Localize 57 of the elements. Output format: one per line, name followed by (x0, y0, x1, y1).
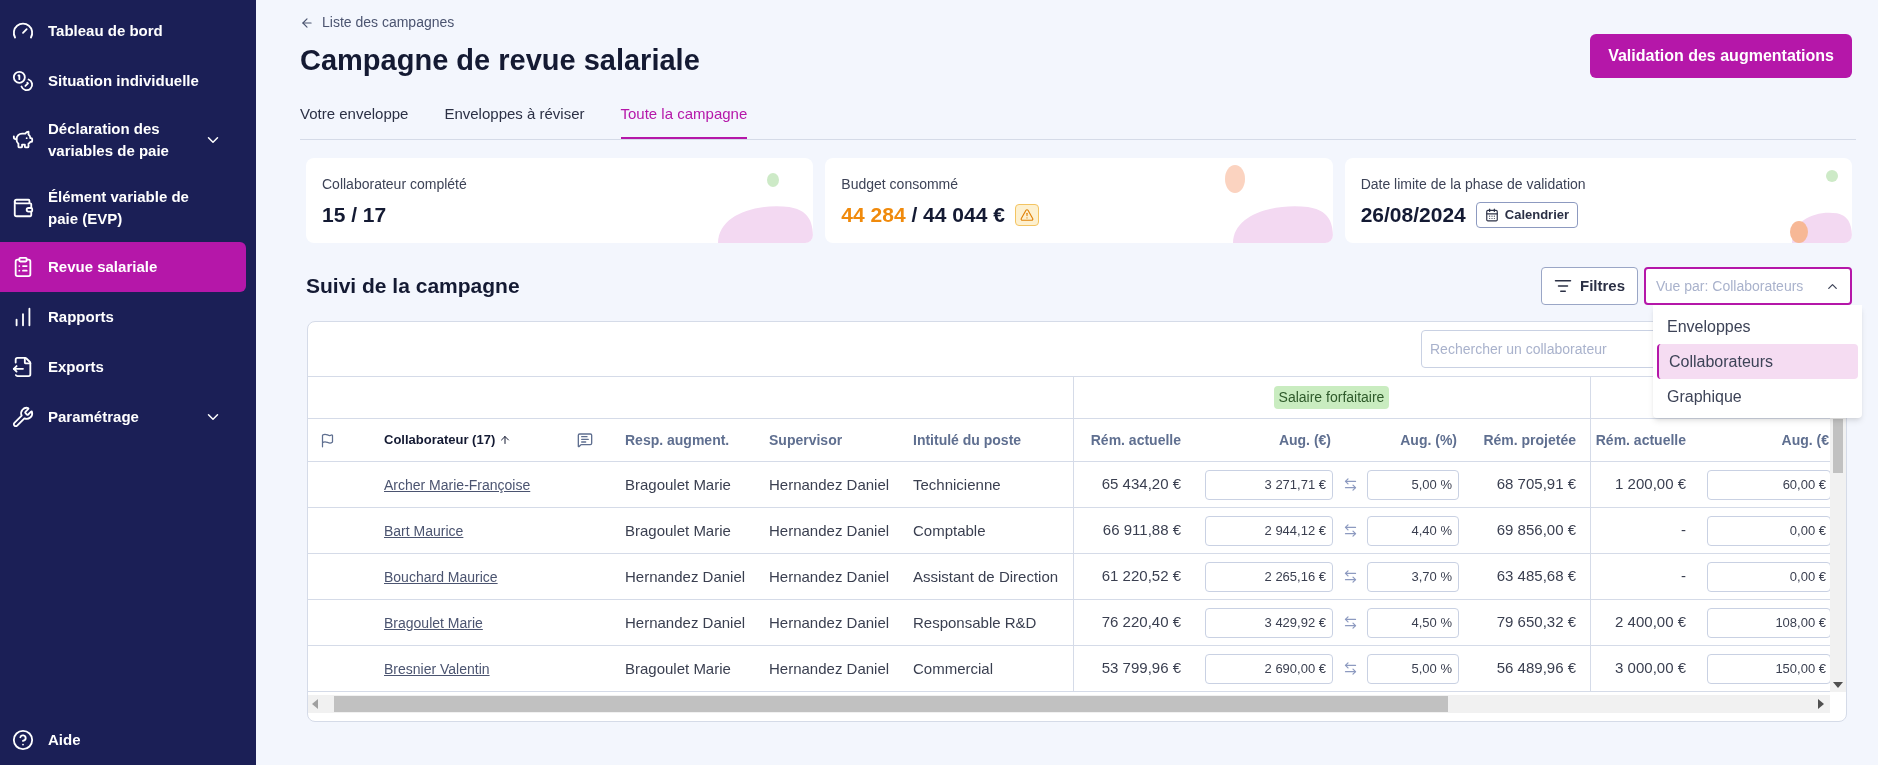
card-label: Collaborateur complété (322, 175, 467, 194)
table-cell-text: 1 200,00 € (1615, 474, 1686, 495)
sidebar-label: Rapports (48, 307, 115, 327)
column-header: Aug. (%) (1400, 430, 1457, 450)
column-header: Rém. projetée (1483, 430, 1576, 450)
table-cell: Technicienne (913, 475, 1001, 493)
table-cell: Hernandez Daniel (625, 567, 746, 585)
table-cell-text: 3 000,00 € (1615, 658, 1686, 679)
table-cell: Hernandez Daniel (769, 475, 890, 493)
page-title: Campagne de revue salariale (300, 43, 700, 78)
card-label: Date limite de la phase de validation (1360, 175, 1586, 194)
table-cell-text: 63 485,68 € (1496, 566, 1576, 587)
section-title: Suivi de la campagne (306, 273, 520, 300)
table-cell-text: 68 705,91 € (1496, 474, 1576, 495)
column-header: Intitulé du poste (913, 432, 1022, 448)
table-cell: Hernandez Daniel (769, 613, 890, 631)
sidebar-label: Tableau de bord (48, 21, 164, 41)
column-header: Aug. (€ (1781, 430, 1829, 450)
table-cell-text: - (1681, 520, 1686, 541)
card-value: 15 / 17 (322, 202, 387, 228)
sidebar-label: Paramétrage (48, 407, 140, 427)
card-value: 44 284 / 44 044 € (841, 202, 1005, 228)
column-header: Rém. actuelle (1090, 430, 1181, 450)
table-cell-text: 76 220,40 € (1101, 612, 1181, 633)
table-cell: Bragoulet Marie (625, 659, 731, 677)
table-cell: Comptable (913, 521, 986, 539)
column-header: Resp. augment. (625, 432, 730, 448)
table-cell: Bragoulet Marie (625, 521, 731, 539)
sidebar-label: Déclaration des variables de paie (48, 119, 170, 161)
sidebar-label: Exports (48, 357, 105, 377)
sidebar-label: Élément variable de paie (EVP) (48, 187, 190, 229)
column-header: Rém. actuelle (1595, 430, 1686, 450)
column-header: Supervisor (769, 432, 843, 448)
card-value: 26/08/2024 (1360, 202, 1466, 228)
card-label: Budget consommé (841, 175, 959, 194)
table-cell: Hernandez Daniel (769, 567, 890, 585)
table-cell: Bragoulet Marie (625, 475, 731, 493)
table-cell-text: 65 434,20 € (1101, 474, 1181, 495)
table-cell-text: 79 650,32 € (1496, 612, 1576, 633)
table-cell: Hernandez Daniel (769, 521, 890, 539)
table-cell-text: 69 856,00 € (1496, 520, 1576, 541)
table-cell: Commercial (913, 659, 993, 677)
table-cell: Hernandez Daniel (769, 659, 890, 677)
table-cell: Assistant de Direction (913, 567, 1059, 585)
sidebar-label: Revue salariale (48, 257, 159, 277)
table-cell-text: 66 911,88 € (1102, 520, 1181, 541)
group-header: Salaire forfaitaire (1273, 386, 1390, 409)
sidebar-label: Situation individuelle (48, 71, 200, 91)
table-cell-text: 61 220,52 € (1101, 566, 1181, 587)
table-cell: Responsable R&D (913, 613, 1037, 631)
column-header: Aug. (€) (1278, 430, 1331, 450)
table-cell-text: 2 400,00 € (1615, 612, 1686, 633)
sidebar-label: Aide (48, 729, 81, 750)
table-cell-text: 56 489,96 € (1496, 658, 1576, 679)
table-cell: Hernandez Daniel (625, 613, 746, 631)
table-cell-text: 53 799,96 € (1101, 658, 1181, 679)
table-cell-text: - (1681, 566, 1686, 587)
